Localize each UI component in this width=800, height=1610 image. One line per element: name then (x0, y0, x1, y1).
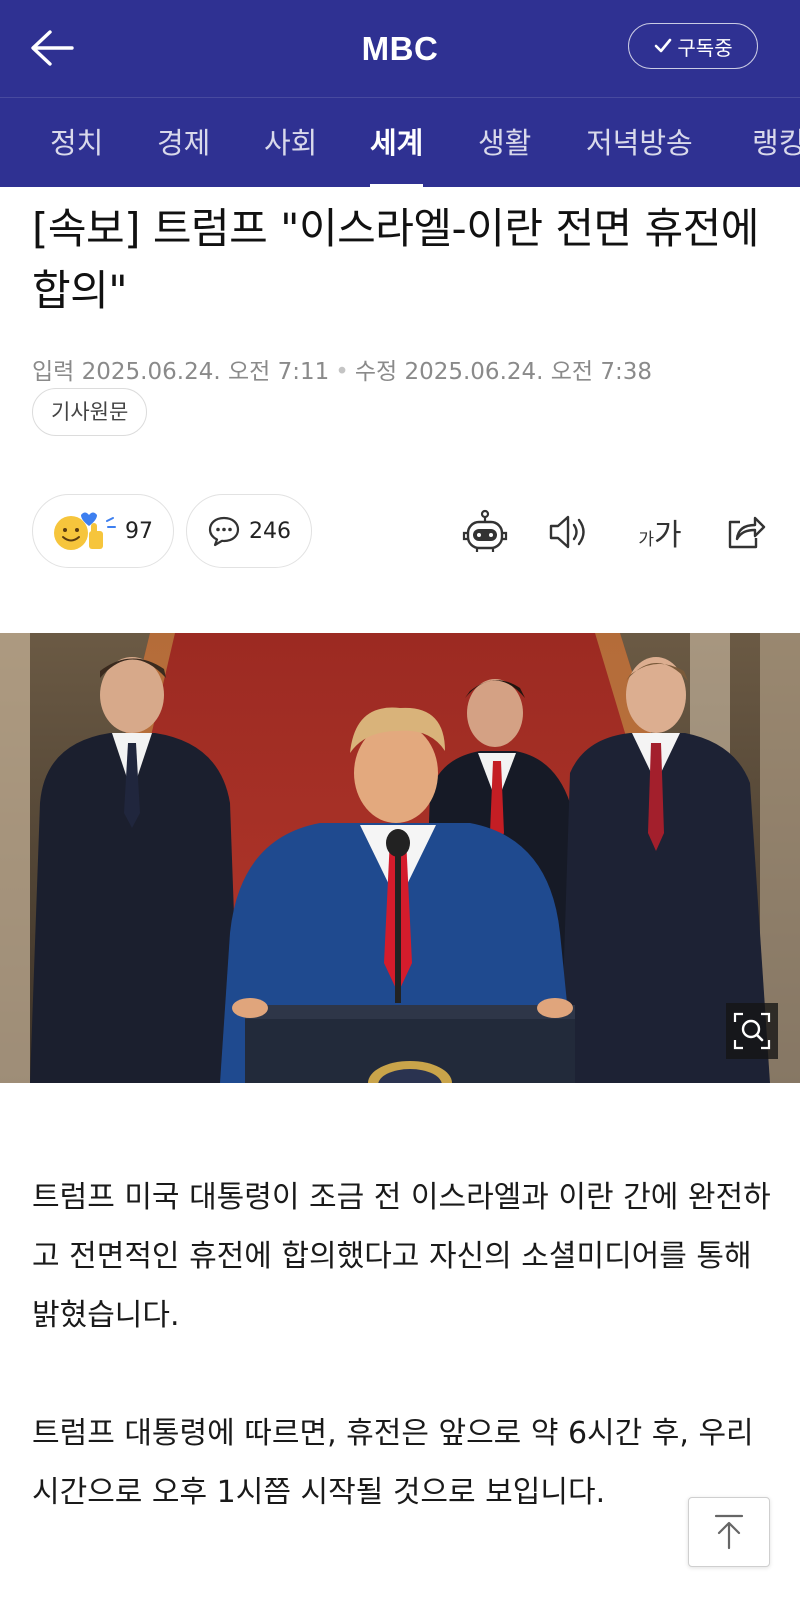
tab-politics[interactable]: 정치 (50, 98, 103, 187)
reaction-emoji-icon (54, 512, 116, 550)
tab-economy[interactable]: 경제 (157, 98, 210, 187)
tab-society[interactable]: 사회 (264, 98, 317, 187)
speech-bubble-icon (208, 516, 240, 547)
font-size-icon: 가가 (638, 510, 681, 554)
robot-icon (462, 509, 508, 552)
subscribe-button[interactable]: 구독중 (628, 23, 758, 69)
font-size-small: 가 (638, 530, 655, 550)
scroll-top-button[interactable] (688, 1497, 770, 1567)
article-paragraph-1: 트럼프 미국 대통령이 조금 전 이스라엘과 이란 간에 완전하고 전면적인 휴… (32, 1180, 771, 1333)
original-article-button[interactable]: 기사원문 (32, 388, 148, 436)
tts-button[interactable] (542, 505, 596, 559)
press-conference-image (0, 633, 800, 1083)
tab-ranking[interactable]: 랭킹 (752, 98, 800, 187)
article-photo (0, 633, 800, 1083)
input-label: 입력 (32, 359, 75, 385)
zoom-icon (733, 1012, 771, 1050)
modified-label: 수정 (354, 359, 398, 385)
arrow-up-icon (714, 1514, 744, 1550)
input-date: 2025.06.24. 오전 7:11 (81, 359, 330, 385)
subscribe-label: 구독중 (677, 35, 733, 60)
share-icon (728, 516, 766, 549)
font-size-button[interactable]: 가가 (628, 505, 692, 559)
app-header: MBC 구독중 (0, 0, 800, 97)
photo-zoom-button[interactable] (726, 1003, 778, 1059)
speaker-icon (549, 515, 585, 549)
article-paragraph-2: 트럼프 대통령에 따르면, 휴전은 앞으로 약 6시간 후, 우리 시간으로 오… (32, 1416, 754, 1510)
modified-date: 2025.06.24. 오전 7:38 (404, 359, 653, 385)
article-meta: 입력 2025.06.24. 오전 7:11 • 수정 2025.06.24. 오전… (32, 352, 652, 386)
check-icon (655, 38, 672, 53)
tab-world[interactable]: 세계 (370, 98, 424, 187)
share-button[interactable] (718, 505, 772, 559)
reaction-count: 97 (125, 518, 153, 544)
arrow-left-icon (31, 30, 74, 66)
summary-button[interactable] (458, 505, 512, 559)
comment-count: 246 (249, 518, 291, 544)
comment-button[interactable]: 246 (186, 494, 312, 568)
category-tabs: 정치 경제 사회 세계 생활 저녁방송 랭킹 (0, 97, 800, 187)
tab-evening-news[interactable]: 저녁방송 (586, 98, 693, 187)
back-button[interactable] (28, 26, 82, 70)
article-title: [속보] 트럼프 "이스라엘-이란 전면 휴전에 합의" (32, 204, 759, 315)
meta-separator: • (335, 359, 349, 385)
tab-life[interactable]: 생활 (478, 98, 531, 187)
reaction-button[interactable]: 97 (32, 494, 174, 568)
font-size-big: 가 (654, 518, 682, 553)
